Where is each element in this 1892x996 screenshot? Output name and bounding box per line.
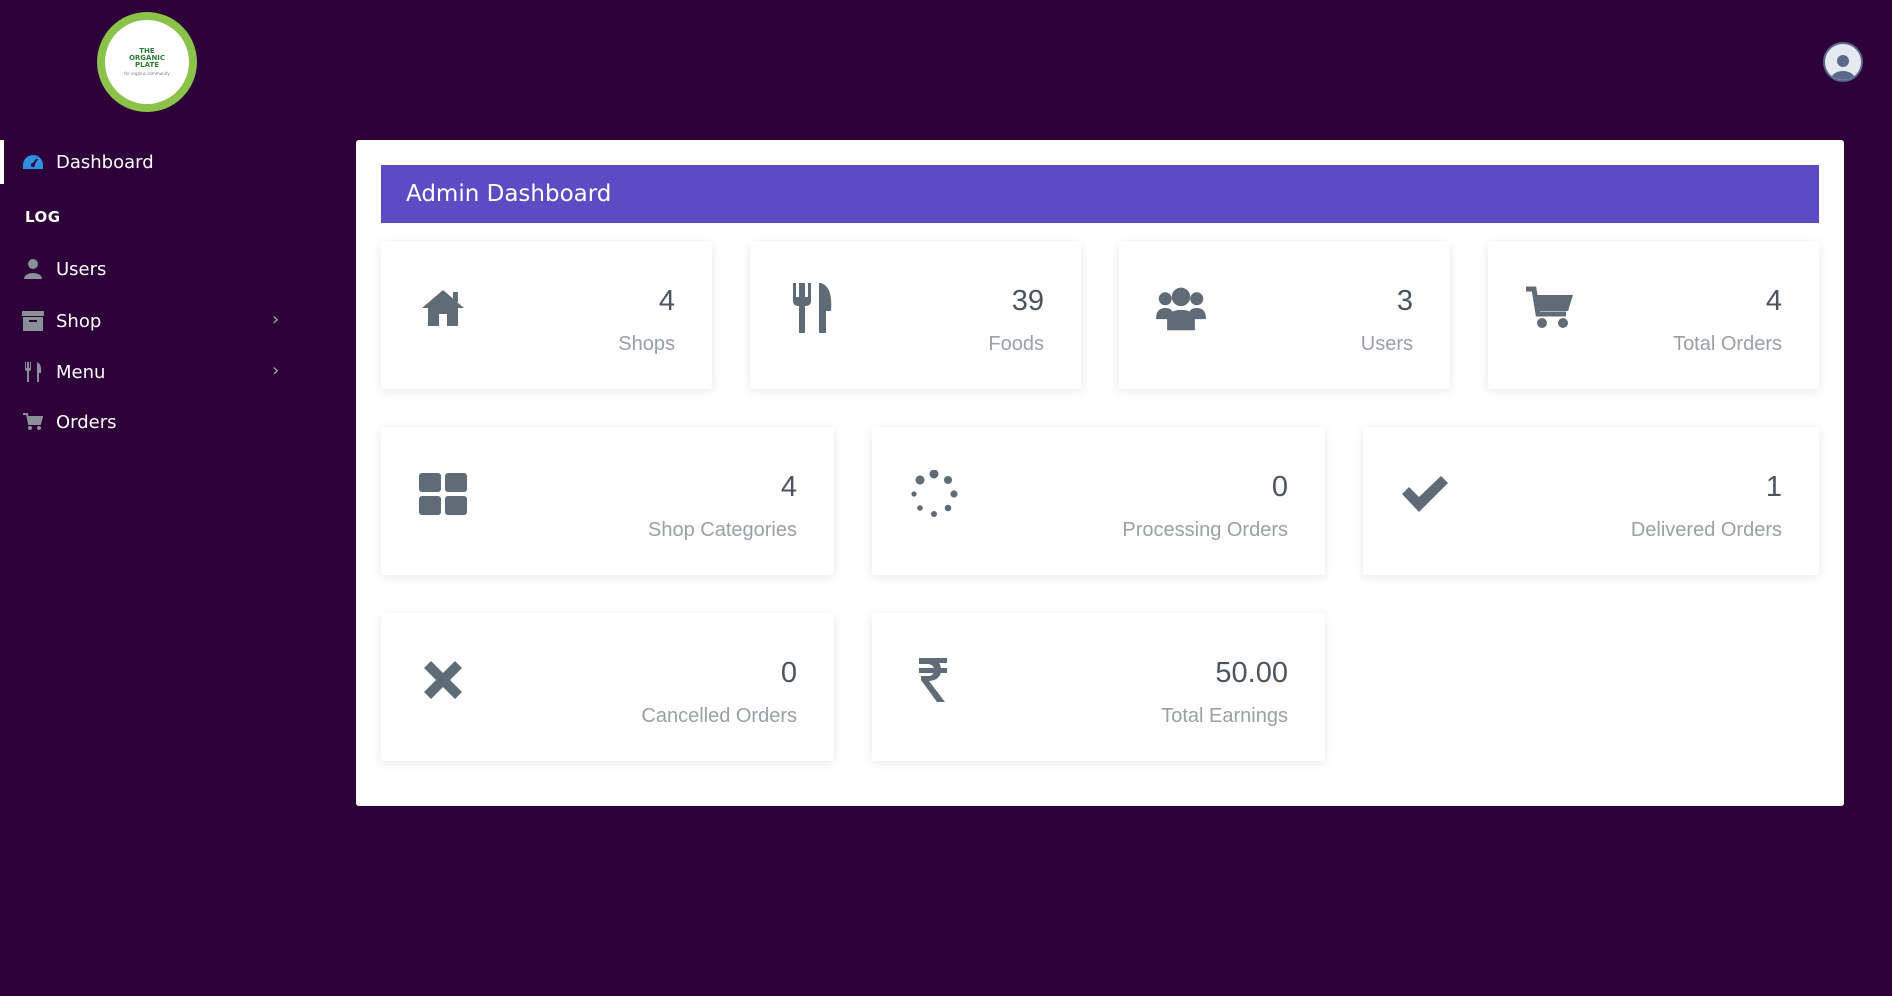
stat-label: Delivered Orders bbox=[1630, 519, 1782, 541]
sidebar-item-label: Users bbox=[56, 258, 107, 280]
dashboard-icon bbox=[20, 151, 46, 173]
brand-logo-subtext: for organic community bbox=[124, 71, 170, 76]
stat-card-processing-orders[interactable]: 0 Processing Orders bbox=[872, 427, 1325, 575]
stat-card-users[interactable]: 3 Users bbox=[1119, 241, 1450, 389]
archive-icon bbox=[20, 310, 46, 332]
user-icon bbox=[20, 258, 46, 280]
sidebar-item-label: Orders bbox=[56, 411, 117, 433]
check-icon bbox=[1400, 469, 1450, 519]
stat-card-cancelled-orders[interactable]: 0 Cancelled Orders bbox=[381, 613, 834, 761]
stat-value: 0 bbox=[780, 657, 797, 689]
sidebar-item-label: Dashboard bbox=[56, 151, 154, 173]
chevron-right-icon: › bbox=[272, 360, 280, 381]
brand-logo-inner: THE ORGANIC PLATE for organic community bbox=[105, 20, 189, 104]
rupee-icon bbox=[909, 655, 959, 705]
stat-label: Users bbox=[1360, 333, 1413, 355]
users-icon bbox=[1156, 283, 1206, 333]
page-title: Admin Dashboard bbox=[381, 165, 1819, 223]
chevron-right-icon: › bbox=[272, 309, 280, 330]
sidebar-item-label: Shop bbox=[56, 310, 102, 332]
stat-card-shops[interactable]: 4 Shops bbox=[381, 241, 712, 389]
stat-card-total-earnings[interactable]: 50.00 Total Earnings bbox=[872, 613, 1325, 761]
sidebar-item-shop[interactable]: Shop › bbox=[0, 299, 300, 343]
stat-value: 4 bbox=[658, 285, 675, 317]
stat-card-foods[interactable]: 39 Foods bbox=[750, 241, 1081, 389]
stat-value: 0 bbox=[1271, 471, 1288, 503]
stat-card-total-orders[interactable]: 4 Total Orders bbox=[1488, 241, 1819, 389]
cart-icon bbox=[1525, 283, 1575, 333]
stat-label: Total Orders bbox=[1673, 333, 1782, 355]
stat-value: 1 bbox=[1765, 471, 1782, 503]
brand-logo[interactable]: THE ORGANIC PLATE for organic community bbox=[97, 12, 197, 112]
sidebar-item-orders[interactable]: Orders bbox=[0, 400, 300, 444]
brand-logo-text: THE ORGANIC PLATE bbox=[128, 47, 166, 69]
utensils-icon bbox=[787, 283, 837, 333]
sidebar-item-menu[interactable]: Menu › bbox=[0, 350, 300, 394]
sidebar-section-log: LOG bbox=[25, 208, 61, 226]
stat-label: Total Earnings bbox=[1161, 705, 1288, 727]
user-avatar-icon bbox=[1831, 55, 1855, 80]
times-icon bbox=[418, 655, 468, 705]
utensils-icon bbox=[20, 361, 46, 383]
spinner-icon bbox=[909, 469, 959, 519]
stat-value: 50.00 bbox=[1215, 657, 1288, 689]
home-icon bbox=[418, 283, 468, 333]
stat-label: Processing Orders bbox=[1122, 519, 1288, 541]
stat-label: Shops bbox=[618, 333, 675, 355]
dashboard-panel: Admin Dashboard 4 Shops 39 Foods 3 Users… bbox=[356, 140, 1844, 806]
stat-card-shop-categories[interactable]: 4 Shop Categories bbox=[381, 427, 834, 575]
stat-value: 4 bbox=[1765, 285, 1782, 317]
grid-icon bbox=[418, 469, 468, 519]
stat-label: Cancelled Orders bbox=[641, 705, 797, 727]
sidebar-item-label: Menu bbox=[56, 361, 106, 383]
stat-value: 39 bbox=[1011, 285, 1044, 317]
stat-label: Foods bbox=[988, 333, 1044, 355]
sidebar-item-dashboard[interactable]: Dashboard bbox=[0, 140, 304, 184]
stat-card-delivered-orders[interactable]: 1 Delivered Orders bbox=[1363, 427, 1819, 575]
stat-value: 3 bbox=[1396, 285, 1413, 317]
stat-label: Shop Categories bbox=[648, 519, 797, 541]
user-avatar-button[interactable] bbox=[1823, 42, 1863, 82]
sidebar-item-users[interactable]: Users bbox=[0, 247, 300, 291]
cart-icon bbox=[20, 411, 46, 433]
stat-value: 4 bbox=[780, 471, 797, 503]
